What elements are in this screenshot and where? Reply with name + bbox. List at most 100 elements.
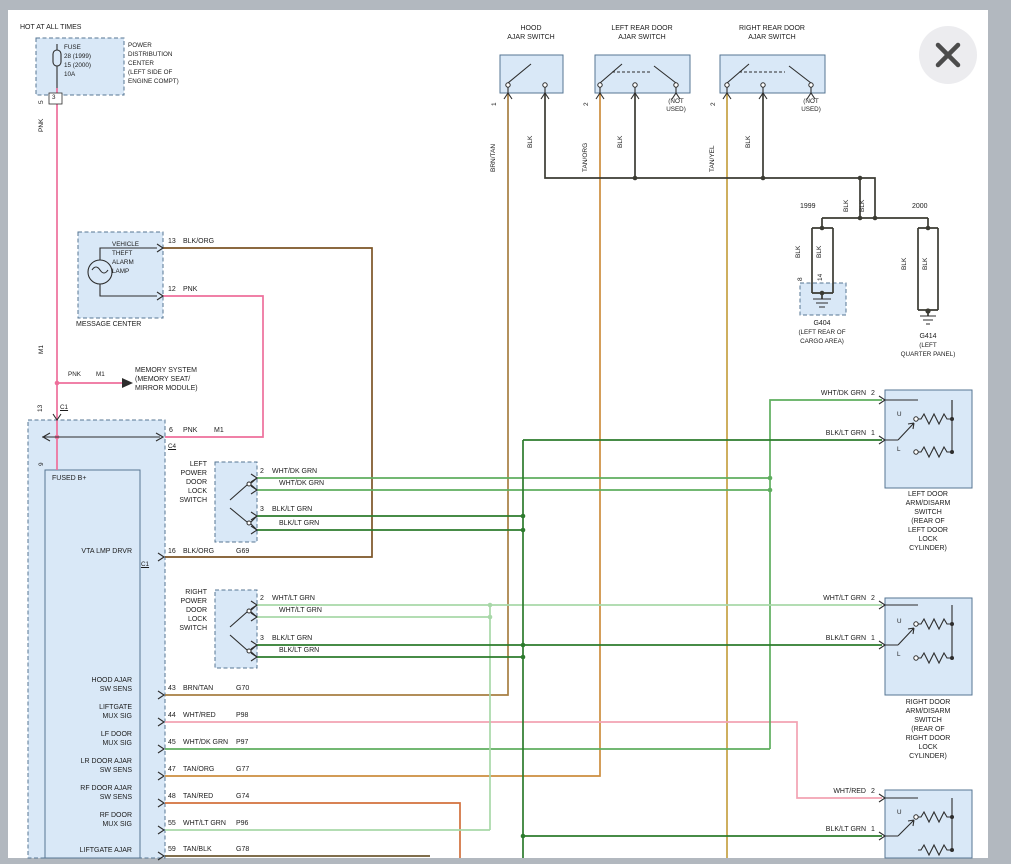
g414-location: (LEFT — [893, 342, 963, 350]
lr-sig-wire-label: TAN/ORG — [582, 143, 590, 172]
g404-location: (LEFT REAR OF — [787, 329, 857, 337]
memory-wire-color: PNK — [68, 371, 81, 379]
ctm-pin-45-circuit: P97 — [236, 739, 248, 747]
left-lock-switch-label: LOCK — [167, 488, 207, 496]
right-lock-wire: BLK/LT GRN — [272, 635, 312, 643]
blk-wire-label: BLK — [795, 246, 803, 258]
lamp-wire-pnk: PNK — [183, 286, 197, 294]
left-arm-pin-1: 1 — [871, 430, 875, 438]
right-lock-switch-label: POWER — [167, 598, 207, 606]
fused-b-plus-label: FUSED B+ — [52, 475, 86, 483]
close-icon — [919, 26, 977, 84]
right-power-door-lock-switch-box — [215, 590, 257, 668]
ctm-pin-48-circuit: G74 — [236, 793, 249, 801]
left-lock-switch-label: SWITCH — [167, 497, 207, 505]
blk-wire-label: BLK — [816, 246, 824, 258]
left-door-arm-disarm-switch-box — [885, 390, 972, 488]
close-button[interactable] — [919, 26, 977, 84]
ctm-pin-16-wire: BLK/ORG — [183, 548, 214, 556]
right-arm-l-contact: L — [897, 651, 901, 659]
lamp-label-line: ALARM — [112, 259, 134, 267]
fuse-amps: 10A — [64, 71, 75, 79]
year-2000-label: 2000 — [912, 203, 928, 211]
left-lock-switch-label: POWER — [167, 470, 207, 478]
ctm-pin-43-circuit: G70 — [236, 685, 249, 693]
inline-connector-number: 3 — [52, 94, 56, 102]
rr-not-used-label: USED) — [791, 106, 831, 114]
ctm-pin-16-function: VTA LMP DRVR — [70, 548, 132, 556]
rr-switch-title: RIGHT REAR DOOR — [707, 25, 837, 33]
left-lock-pin-2: 2 — [260, 468, 264, 476]
ctm-pin-47-function: LR DOOR AJAR — [70, 758, 132, 766]
ctm-pin-44-function: MUX SIG — [70, 713, 132, 721]
ctm-pin-47: 47 — [168, 766, 176, 774]
ctm-pin-47-circuit: G77 — [236, 766, 249, 774]
left-arm-pin-2: 2 — [871, 390, 875, 398]
lamp-label-line: VEHICLE — [112, 241, 139, 249]
right-rear-door-ajar-switch-box — [720, 55, 825, 93]
ctm-pin-48-function: SW SENS — [70, 794, 132, 802]
hood-switch-pin: 1 — [491, 102, 499, 106]
ctm-pin-6: 6 — [169, 427, 173, 435]
rr-gnd-wire-label: BLK — [745, 136, 753, 148]
left-lock-wire: WHT/DK GRN — [272, 468, 317, 476]
ctm-pin-45-function: LF DOOR — [70, 731, 132, 739]
ctm-pin-48-function: RF DOOR AJAR — [70, 785, 132, 793]
connector-c1-label: C1 — [60, 404, 68, 412]
hood-gnd-wire-label: BLK — [527, 136, 535, 148]
lamp-wire-blk-org: BLK/ORG — [183, 238, 214, 246]
blk-wire-label: BLK — [901, 258, 909, 270]
ctm-pin-55-circuit: P96 — [236, 820, 248, 828]
memory-splice: M1 — [96, 371, 105, 379]
ctm-entry-pin: 13 — [37, 405, 45, 412]
ctm-pin-16: 16 — [168, 548, 176, 556]
rr-switch-pin: 2 — [710, 102, 718, 106]
right-arm-caption: LOCK — [883, 744, 973, 752]
ctm-pin-44-circuit: P98 — [236, 712, 248, 720]
lamp-pin-12: 12 — [168, 286, 176, 294]
ctm-pin-43-wire: BRN/TAN — [183, 685, 213, 693]
ctm-pin-43: 43 — [168, 685, 176, 693]
hood-switch-title: HOOD — [481, 25, 581, 33]
lr-switch-title: LEFT REAR DOOR — [582, 25, 702, 33]
right-lock-pin-3: 3 — [260, 635, 264, 643]
ctm-pin-43-function: HOOD AJAR — [70, 677, 132, 685]
left-arm-wire-1: BLK/LT GRN — [806, 430, 866, 438]
memory-system-label: (MEMORY SEAT/ — [135, 376, 190, 384]
right-arm-wire-1: BLK/LT GRN — [806, 635, 866, 643]
rr-sig-wire-label: TAN/YEL — [709, 145, 717, 172]
lamp-label-line: LAMP — [112, 268, 129, 276]
ctm-pin-44: 44 — [168, 712, 176, 720]
left-arm-caption: LEFT DOOR — [883, 527, 973, 535]
right-lock-switch-label: LOCK — [167, 616, 207, 624]
ctm-pin-45-function: MUX SIG — [70, 740, 132, 748]
year-1999-label: 1999 — [800, 203, 816, 211]
g404-label: G404 — [787, 320, 857, 328]
splice-label: M1 — [38, 345, 46, 354]
left-arm-l-contact: L — [897, 446, 901, 454]
lamp-label-line: THEFT — [112, 250, 132, 258]
pdc-label-line: DISTRIBUTION — [128, 51, 172, 59]
right-lock-switch-label: SWITCH — [167, 625, 207, 633]
ctm-pin-47-wire: TAN/ORG — [183, 766, 214, 774]
left-power-door-lock-switch-box — [215, 462, 257, 542]
left-lock-wire: BLK/LT GRN — [272, 506, 312, 514]
connector-c4-label: C4 — [168, 443, 176, 451]
hood-sig-wire-label: BRN/TAN — [490, 144, 498, 172]
right-arm-pin-1: 1 — [871, 635, 875, 643]
g414-location: QUARTER PANEL) — [893, 351, 963, 359]
liftgate-arm-pin-1: 1 — [871, 826, 875, 834]
lr-switch-title: AJAR SWITCH — [582, 34, 702, 42]
g404-location: CARGO AREA) — [787, 338, 857, 346]
connector-c1-label: C1 — [141, 561, 149, 569]
left-lock-switch-label: DOOR — [167, 479, 207, 487]
fuse-rating-2000: 15 (2000) — [64, 62, 91, 70]
ctm-pin-55: 55 — [168, 820, 176, 828]
left-arm-caption: (REAR OF — [883, 518, 973, 526]
ctm-pin-43-function: SW SENS — [70, 686, 132, 694]
ctm-pin-45-wire: WHT/DK GRN — [183, 739, 228, 747]
right-lock-switch-label: RIGHT — [167, 589, 207, 597]
blk-wire-label: BLK — [859, 200, 867, 212]
left-arm-caption: ARM/DISARM — [883, 500, 973, 508]
memory-system-label: MIRROR MODULE) — [135, 385, 198, 393]
